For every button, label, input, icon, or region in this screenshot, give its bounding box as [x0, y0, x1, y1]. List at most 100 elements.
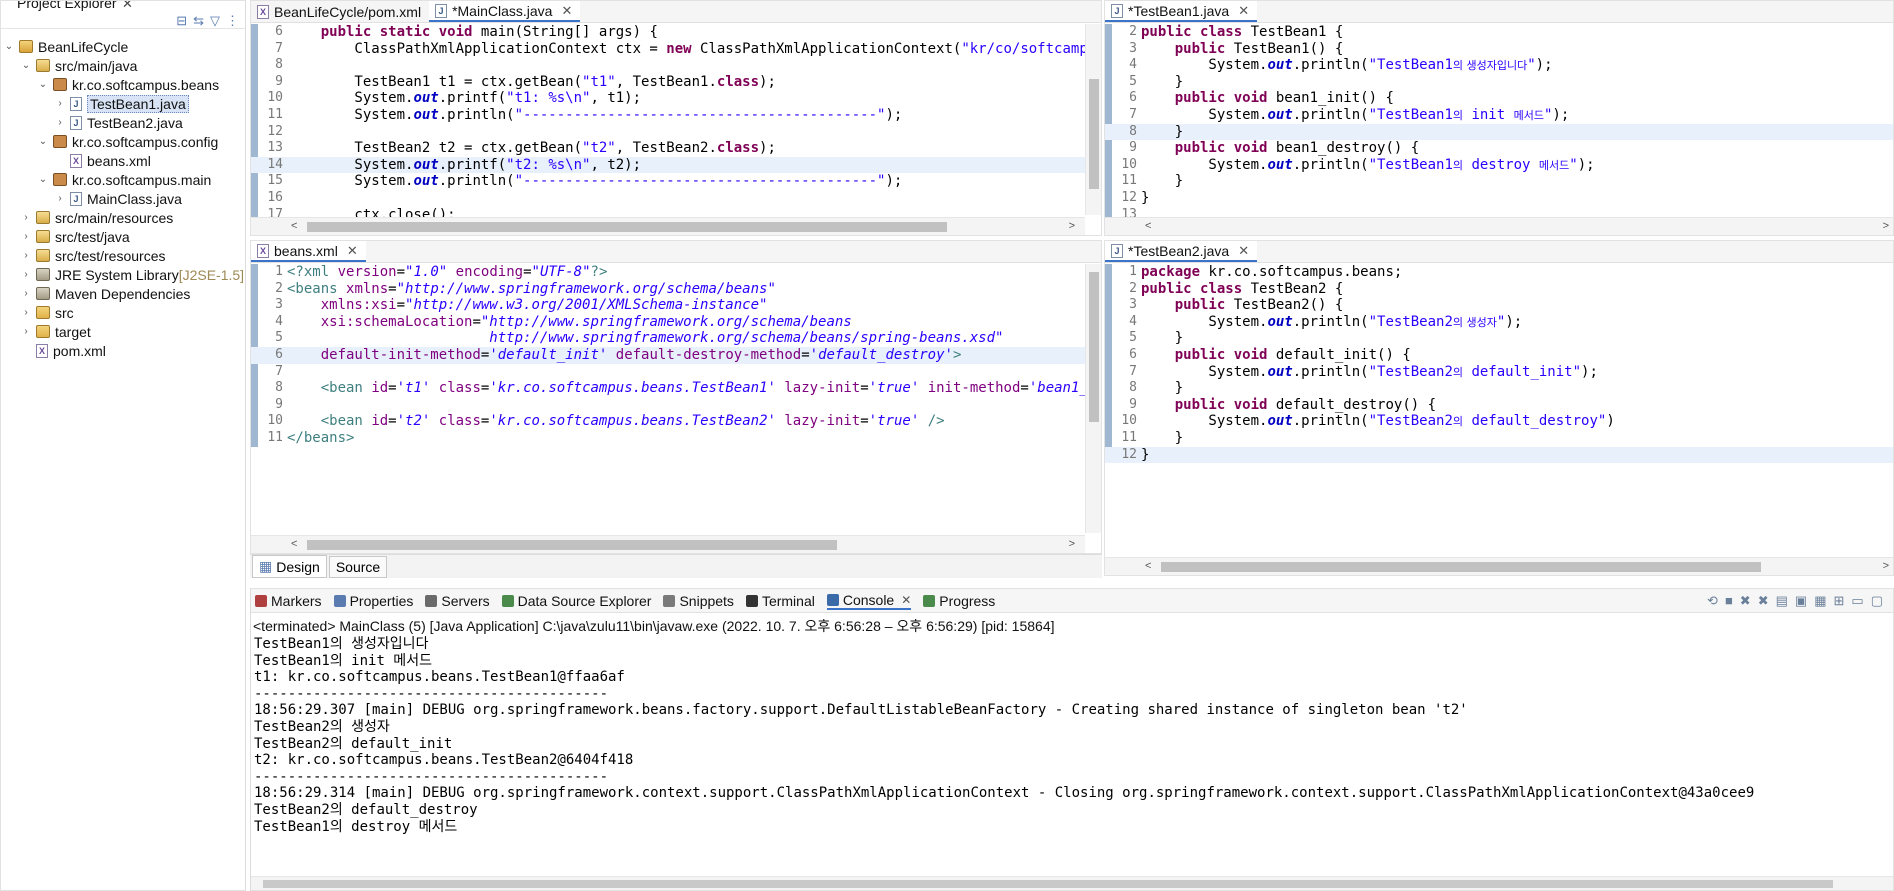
editor-tab[interactable]: X BeanLifeCycle/pom.xml — [251, 1, 429, 22]
code-line[interactable]: 11 System.out.println("-----------------… — [251, 107, 1101, 124]
code-line[interactable]: 7 — [251, 364, 1101, 381]
chevron-right-icon[interactable]: › — [20, 250, 32, 261]
chevron-right-icon[interactable]: › — [20, 269, 32, 280]
code-line[interactable]: 1 package kr.co.softcampus.beans; — [1105, 264, 1893, 281]
code-line[interactable]: 8 <bean id='t1' class='kr.co.softcampus.… — [251, 380, 1101, 397]
tab-properties[interactable]: Properties — [333, 593, 413, 609]
code-line[interactable]: 5 } — [1105, 330, 1893, 347]
chevron-down-icon[interactable]: ⌄ — [20, 60, 32, 71]
code-line[interactable]: 6 public void default_init() { — [1105, 347, 1893, 364]
close-icon[interactable]: ✕ — [1238, 3, 1249, 19]
link-editor-icon[interactable]: ⇆ — [193, 13, 204, 29]
scroll-lock-icon[interactable]: ✖ — [1758, 593, 1769, 609]
terminate-icon[interactable]: ⟲ — [1707, 593, 1718, 609]
code-area[interactable]: 2 public class TestBean1 {3 public TestBe… — [1105, 24, 1893, 235]
chevron-right-icon[interactable]: › — [54, 98, 66, 109]
tree-item[interactable]: Xpom.xml — [1, 341, 245, 360]
console-output[interactable]: TestBean1의 생성자입니다 TestBean1의 init 메서드 t1: … — [254, 636, 1893, 835]
code-line[interactable]: 10 System.out.println("TestBean1의 destro… — [1105, 157, 1893, 174]
code-line[interactable]: 3 public TestBean2() { — [1105, 297, 1893, 314]
code-line[interactable]: 2 <beans xmlns="http://www.springframewor… — [251, 281, 1101, 298]
close-icon[interactable]: ✕ — [561, 3, 572, 19]
code-line[interactable]: 8 } — [1105, 123, 1893, 141]
tree-item[interactable]: › src — [1, 303, 245, 322]
horizontal-scrollbar[interactable]: < > — [1105, 217, 1893, 235]
editor-tab[interactable]: J *TestBean2.java ✕ — [1105, 241, 1258, 262]
scroll-left-icon[interactable]: < — [1145, 220, 1151, 232]
code-area[interactable]: 1 package kr.co.softcampus.beans; 2 public … — [1105, 264, 1893, 575]
code-line[interactable]: 6 default-init-method='default_init' def… — [251, 346, 1101, 364]
tree-item[interactable]: › J TestBean2.java — [1, 113, 245, 132]
filter-icon[interactable]: ▽ — [210, 13, 220, 29]
code-area[interactable]: 6 public static void main(String[] args)… — [251, 24, 1101, 235]
scroll-right-icon[interactable]: > — [1069, 538, 1075, 550]
chevron-down-icon[interactable]: ⌄ — [37, 79, 49, 90]
tree-item[interactable]: › target — [1, 322, 245, 341]
code-line[interactable]: 9 public void bean1_destroy() { — [1105, 140, 1893, 157]
chevron-right-icon[interactable]: › — [20, 326, 32, 337]
scroll-left-icon[interactable]: < — [1145, 560, 1151, 572]
tree-item[interactable]: ⌄ BeanLifeCycle — [1, 37, 245, 56]
editor-tab[interactable]: J *TestBean1.java ✕ — [1105, 1, 1258, 22]
tree-item[interactable]: ⌄ kr.co.softcampus.main — [1, 170, 245, 189]
chevron-down-icon[interactable]: ⌄ — [37, 174, 49, 185]
chevron-right-icon[interactable]: › — [20, 307, 32, 318]
code-line[interactable]: 9 public void default_destroy() { — [1105, 397, 1893, 414]
chevron-right-icon[interactable]: › — [20, 231, 32, 242]
remove-all-icon[interactable]: ✖ — [1740, 593, 1751, 609]
remove-launch-icon[interactable]: ■ — [1725, 593, 1733, 609]
chevron-right-icon[interactable]: › — [54, 193, 66, 204]
tab-servers[interactable]: Servers — [425, 593, 490, 609]
tab-terminal[interactable]: Terminal — [745, 593, 815, 609]
code-line[interactable]: 10 System.out.printf("t1: %s\n", t1); — [251, 90, 1101, 107]
code-line[interactable]: 11 </beans> — [251, 430, 1101, 447]
open-console-icon[interactable]: ⊞ — [1834, 593, 1845, 609]
scroll-right-icon[interactable]: > — [1069, 220, 1075, 232]
tab-console[interactable]: Console ✕ — [826, 592, 912, 610]
code-line[interactable]: 14 System.out.printf("t2: %s\n", t2); — [251, 156, 1101, 174]
code-line[interactable]: 12} — [1105, 446, 1893, 464]
code-line[interactable]: 8 } — [1105, 380, 1893, 397]
code-line[interactable]: 4 System.out.println("TestBean1의 생성자입니다"… — [1105, 57, 1893, 74]
scroll-right-icon[interactable]: > — [1883, 560, 1889, 572]
code-line[interactable]: 1 <?xml version="1.0" encoding="UTF-8"?> — [251, 264, 1101, 281]
tab-data-source-explorer[interactable]: Data Source Explorer — [501, 593, 651, 609]
tab-snippets[interactable]: Snippets — [663, 593, 734, 609]
scroll-left-icon[interactable]: < — [291, 538, 297, 550]
code-line[interactable]: 11 } — [1105, 430, 1893, 447]
vertical-scrollbar[interactable] — [1085, 264, 1101, 533]
close-icon[interactable]: ✕ — [1238, 243, 1249, 259]
code-line[interactable]: 9 TestBean1 t1 = ctx.getBean("t1", TestB… — [251, 74, 1101, 91]
code-line[interactable]: 10 System.out.println("TestBean2의 defaul… — [1105, 413, 1893, 430]
tree-item[interactable]: ⌄ kr.co.softcampus.config — [1, 132, 245, 151]
scroll-right-icon[interactable]: > — [1883, 220, 1889, 232]
code-line[interactable]: 2 public class TestBean2 { — [1105, 281, 1893, 298]
tree-item[interactable]: › J MainClass.java — [1, 189, 245, 208]
tab-progress[interactable]: Progress — [923, 593, 995, 609]
tree-item[interactable]: › Maven Dependencies — [1, 284, 245, 303]
code-line[interactable]: 13 TestBean2 t2 = ctx.getBean("t2", Test… — [251, 140, 1101, 157]
code-line[interactable]: 7 System.out.println("TestBean2의 default… — [1105, 364, 1893, 381]
pin-console-icon[interactable]: ▣ — [1795, 593, 1807, 609]
code-line[interactable]: 10 <bean id='t2' class='kr.co.softcampus… — [251, 413, 1101, 430]
chevron-down-icon[interactable]: ⌄ — [3, 41, 15, 52]
code-line[interactable]: 3 xmlns:xsi="http://www.w3.org/2001/XMLS… — [251, 297, 1101, 314]
view-menu-icon[interactable]: ⋮ — [226, 13, 239, 29]
close-icon[interactable]: ✕ — [122, 1, 133, 12]
code-line[interactable]: 2 public class TestBean1 { — [1105, 24, 1893, 41]
explorer-title[interactable]: Project Explorer — [17, 1, 117, 11]
tree-item[interactable]: ⌄ src/main/java — [1, 56, 245, 75]
word-wrap-icon[interactable]: ▤ — [1776, 593, 1788, 609]
code-line[interactable]: 5 http://www.springframework.org/schema/… — [251, 330, 1101, 347]
chevron-right-icon[interactable]: › — [20, 212, 32, 223]
vertical-scrollbar[interactable] — [1085, 24, 1101, 215]
code-line[interactable]: 4 xsi:schemaLocation="http://www.springf… — [251, 314, 1101, 331]
horizontal-scrollbar[interactable]: < > — [251, 217, 1085, 235]
code-line[interactable]: 12} — [1105, 190, 1893, 207]
horizontal-scrollbar[interactable] — [251, 876, 1893, 890]
tree-item[interactable]: › src/main/resources — [1, 208, 245, 227]
editor-tab[interactable]: Xbeans.xml ✕ — [251, 241, 366, 262]
tree-item[interactable]: Xbeans.xml — [1, 151, 245, 170]
minimize-icon[interactable]: ▭ — [1851, 593, 1863, 609]
code-line[interactable]: 9 — [251, 397, 1101, 414]
